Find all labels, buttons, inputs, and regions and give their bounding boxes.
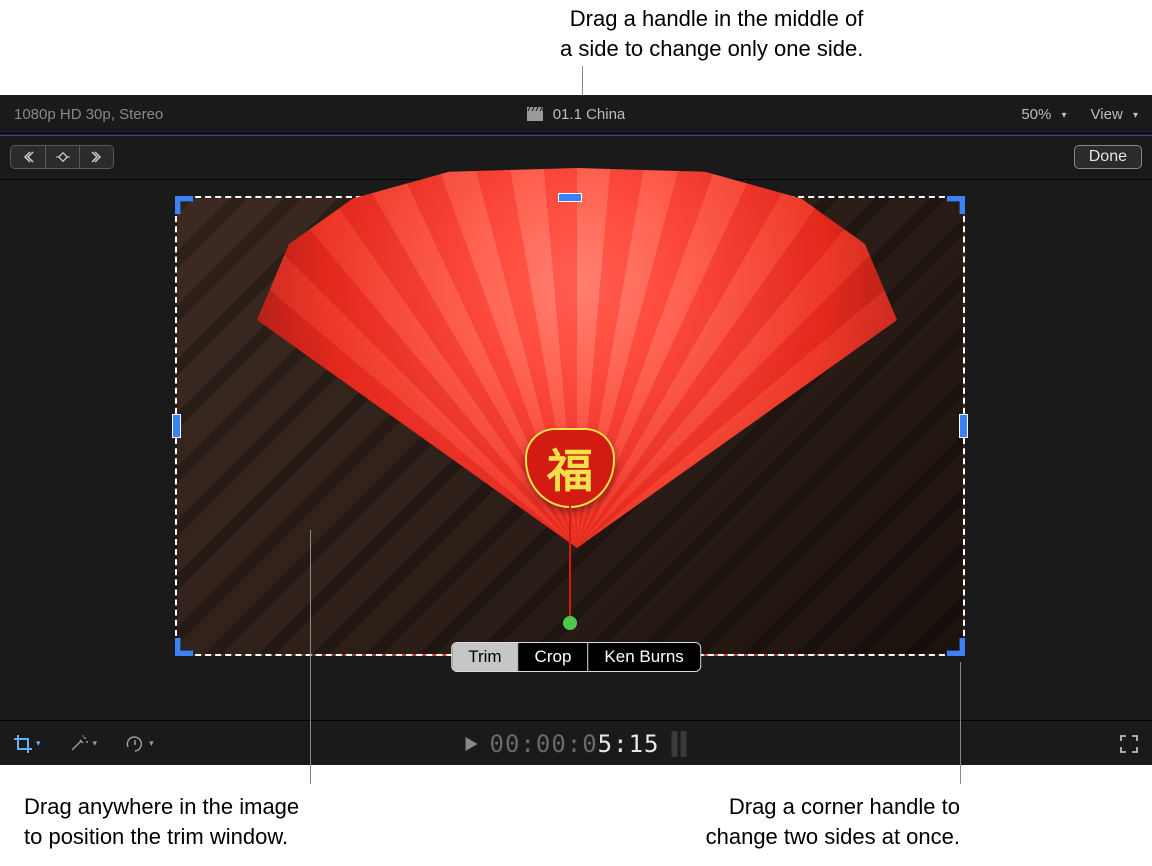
- timecode-display: 00:00:05:15: [466, 730, 687, 758]
- chevron-down-icon: ▾: [36, 738, 41, 749]
- callout-top: Drag a handle in the middle of a side to…: [560, 4, 863, 63]
- zoom-dropdown[interactable]: 50% ▾: [1021, 106, 1066, 123]
- lantern-bead: [563, 616, 577, 630]
- timecode-dim: 00:00:0: [490, 730, 598, 758]
- handle-left-middle[interactable]: [173, 415, 180, 437]
- nav-button-group: [10, 145, 114, 169]
- callout-br-line2: change two sides at once.: [560, 822, 960, 852]
- nav-keyframe-button[interactable]: [45, 146, 79, 168]
- callout-top-line2: a side to change only one side.: [560, 34, 863, 64]
- clapperboard-icon: [527, 107, 543, 121]
- crop-trim-rectangle[interactable]: 福: [175, 196, 965, 656]
- leader-bottom-left: [310, 530, 311, 784]
- crop-mode-switch: Trim Crop Ken Burns: [451, 642, 701, 672]
- lantern-string: [569, 498, 571, 618]
- view-label: View: [1091, 106, 1123, 123]
- selection-highlight: [0, 135, 1152, 136]
- done-button[interactable]: Done: [1074, 145, 1142, 169]
- bottom-toolbar: ▾ ▾ ▾ 00:00:05:15: [0, 720, 1152, 767]
- clip-title: 01.1 China: [0, 106, 1152, 123]
- video-subject-lantern: 福: [207, 168, 933, 594]
- tag-character: 福: [547, 435, 593, 501]
- mode-kenburns-button[interactable]: Ken Burns: [587, 643, 699, 671]
- play-button[interactable]: [466, 737, 478, 751]
- nav-next-button[interactable]: [79, 146, 113, 168]
- nav-prev-button[interactable]: [11, 146, 45, 168]
- callout-bl-line1: Drag anywhere in the image: [24, 792, 299, 822]
- crop-tool-button[interactable]: ▾: [14, 735, 41, 753]
- callout-bottom-left: Drag anywhere in the image to position t…: [24, 792, 299, 851]
- leader-bottom-right: [960, 662, 961, 784]
- mode-trim-button[interactable]: Trim: [452, 643, 517, 671]
- viewer-area: 福 Trim Crop Ken Burns: [0, 180, 1152, 720]
- titlebar-right: 50% ▾ View ▾: [1021, 106, 1138, 123]
- clip-title-text: 01.1 China: [553, 106, 626, 123]
- zoom-value: 50%: [1021, 106, 1051, 123]
- chevron-down-icon: ▾: [149, 738, 154, 749]
- callout-top-line1: Drag a handle in the middle of: [560, 4, 863, 34]
- chevron-down-icon: ▾: [93, 738, 98, 749]
- titlebar: 1080p HD 30p, Stereo 01.1 China 50% ▾ Vi…: [0, 95, 1152, 134]
- callout-bottom-right: Drag a corner handle to change two sides…: [560, 792, 960, 851]
- timecode-bright: 5:15: [598, 730, 660, 758]
- view-dropdown[interactable]: View ▾: [1091, 106, 1138, 123]
- handle-right-middle[interactable]: [960, 415, 967, 437]
- effects-tool-button[interactable]: ▾: [69, 735, 98, 753]
- callout-bl-line2: to position the trim window.: [24, 822, 299, 852]
- timecode-value[interactable]: 00:00:05:15: [490, 730, 660, 758]
- editor-window: 1080p HD 30p, Stereo 01.1 China 50% ▾ Vi…: [0, 95, 1152, 765]
- audio-meter-icon: [671, 731, 686, 757]
- retime-tool-button[interactable]: ▾: [125, 735, 154, 753]
- mode-crop-button[interactable]: Crop: [518, 643, 588, 671]
- callout-br-line1: Drag a corner handle to: [560, 792, 960, 822]
- fullscreen-button[interactable]: [1120, 735, 1138, 753]
- chevron-down-icon: ▾: [1133, 110, 1138, 121]
- chevron-down-icon: ▾: [1062, 110, 1067, 121]
- handle-top-middle[interactable]: [559, 194, 581, 201]
